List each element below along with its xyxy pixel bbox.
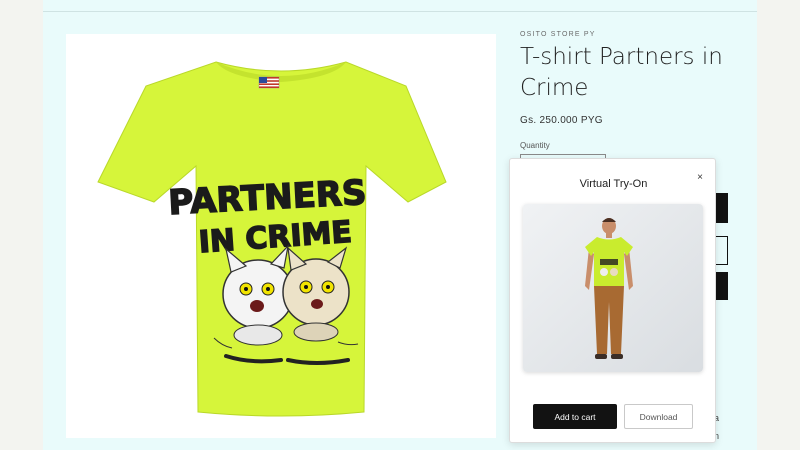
tshirt-image: PARTNERS IN CRIME bbox=[97, 61, 447, 417]
vendor-label: OSITO STORE PY bbox=[520, 31, 596, 38]
download-button[interactable]: Download bbox=[624, 404, 693, 429]
modal-title: Virtual Try-On bbox=[579, 178, 648, 190]
add-to-cart-button[interactable]: Add to cart bbox=[533, 404, 617, 429]
header-divider bbox=[43, 11, 757, 12]
product-title: T-shirt Partners in Crime bbox=[520, 44, 723, 101]
flag-icon bbox=[258, 76, 280, 89]
product-price: Gs. 250.000 PYG bbox=[520, 115, 603, 126]
close-icon[interactable]: × bbox=[697, 172, 703, 184]
person-wearing-shirt-icon bbox=[523, 204, 703, 372]
virtual-tryon-modal: Virtual Try-On × Add to cart Download bbox=[509, 158, 716, 443]
product-image[interactable]: PARTNERS IN CRIME bbox=[66, 34, 496, 438]
quantity-label: Quantity bbox=[520, 141, 550, 150]
tryon-preview-image bbox=[523, 204, 703, 372]
